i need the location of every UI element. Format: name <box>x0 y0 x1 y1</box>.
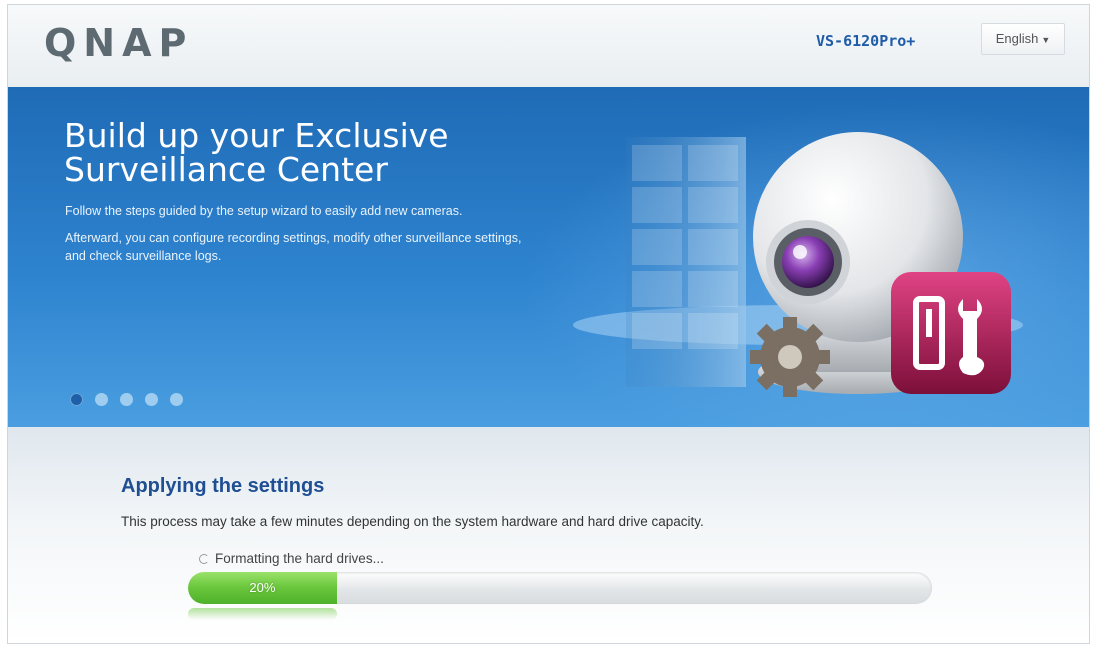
carousel-dot-1[interactable] <box>70 393 83 406</box>
progress-percent-label: 20% <box>249 580 276 595</box>
carousel-indicators <box>70 393 183 406</box>
carousel-dot-2[interactable] <box>95 393 108 406</box>
status-text: Formatting the hard drives... <box>215 551 384 566</box>
carousel-dot-5[interactable] <box>170 393 183 406</box>
device-model-label: VS-6120Pro+ <box>816 32 916 50</box>
hero-banner: Build up your Exclusive Surveillance Cen… <box>8 87 1089 427</box>
banner-title: Build up your Exclusive Surveillance Cen… <box>64 119 584 187</box>
chevron-down-icon: ▼ <box>1041 35 1051 45</box>
language-select[interactable]: English ▼ <box>981 23 1065 55</box>
spinner-icon <box>199 553 209 564</box>
settings-tool-icon <box>891 272 1011 394</box>
language-select-value: English <box>995 31 1039 46</box>
apply-title: Applying the settings <box>121 475 325 497</box>
surveillance-illustration <box>573 132 1023 397</box>
video-wall-icon <box>626 137 746 387</box>
banner-description-2: Afterward, you can configure recording s… <box>65 231 522 263</box>
progress-bar-reflection <box>188 608 337 620</box>
carousel-dot-3[interactable] <box>120 393 133 406</box>
qnap-logo: QNAP <box>44 21 194 65</box>
apply-description: This process may take a few minutes depe… <box>121 514 704 529</box>
carousel-dot-4[interactable] <box>145 393 158 406</box>
banner-title-line-2: Surveillance Center <box>64 150 388 189</box>
status-line: Formatting the hard drives... <box>199 551 384 566</box>
gear-icon <box>750 317 830 397</box>
apply-section: Applying the settings This process may t… <box>8 427 1089 643</box>
banner-description-1: Follow the steps guided by the setup wiz… <box>65 204 463 218</box>
app-window: QNAP VS-6120Pro+ English ▼ Build up your … <box>7 4 1090 644</box>
progress-bar: 20% <box>188 572 932 604</box>
top-header: QNAP VS-6120Pro+ English ▼ <box>8 5 1089 87</box>
